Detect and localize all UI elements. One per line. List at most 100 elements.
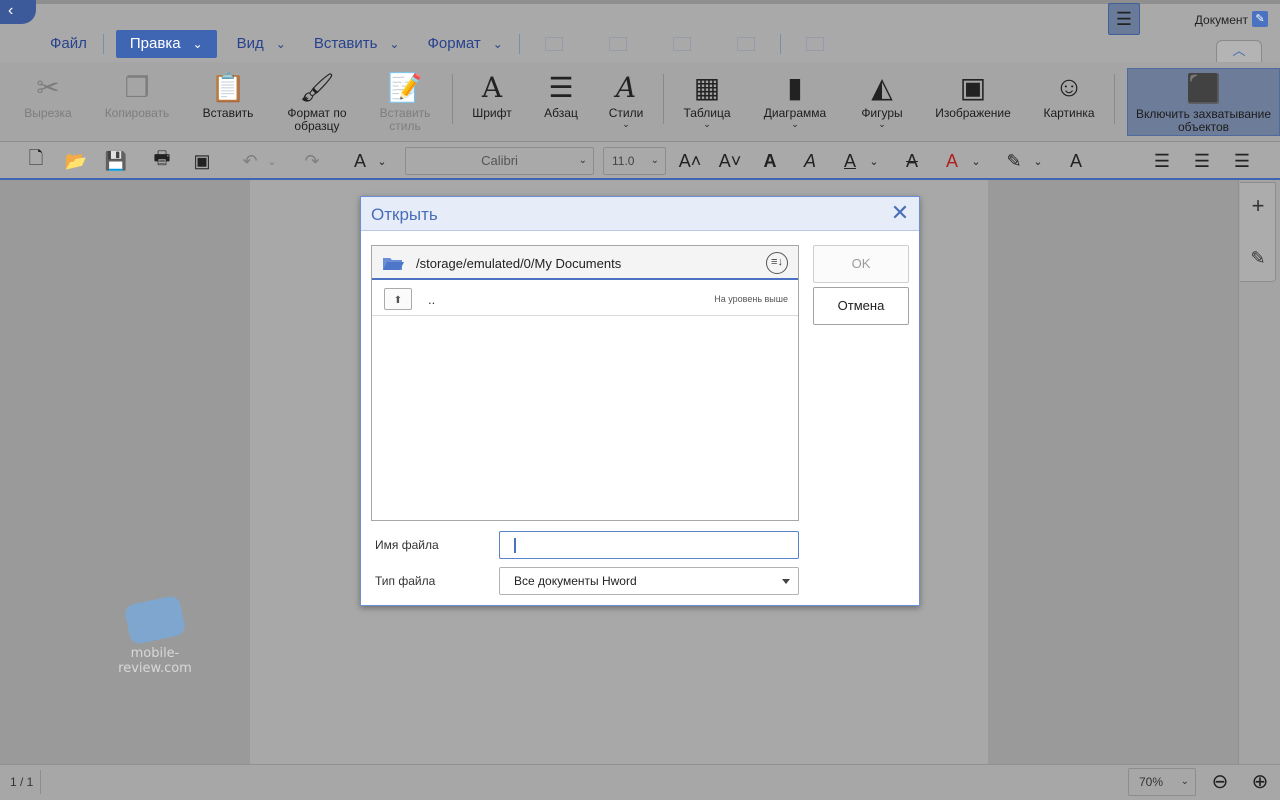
parent-dir-label: .. [428, 292, 436, 307]
underline-icon[interactable]: A [834, 142, 866, 180]
plus-icon[interactable]: + [1244, 192, 1272, 220]
open-folder-icon[interactable]: 📂 [60, 142, 92, 180]
paragraph-button[interactable]: ☰ Абзац [536, 62, 586, 142]
copy-icon: ❐ [124, 71, 150, 103]
strikethrough-icon[interactable]: A [896, 142, 928, 180]
chevron-left-icon: ‹ [8, 2, 14, 19]
shapes-button[interactable]: ◭ Фигуры ⌄ [852, 62, 912, 142]
shapes-quick-icon[interactable] [736, 37, 755, 51]
styles-icon: A [615, 70, 637, 104]
font-size-value: 11.0 [612, 154, 635, 168]
paste-style-label: Вставить стиль [379, 106, 431, 133]
edit-icon[interactable]: ✎ [1244, 244, 1272, 272]
chevron-down-icon[interactable]: ⌄ [864, 142, 884, 180]
menu-format[interactable]: Формат ⌄ [413, 30, 516, 58]
scissors-icon: ✂ [36, 71, 60, 103]
ok-button[interactable]: OK [813, 245, 909, 283]
align-right-icon[interactable]: ☰ [1186, 142, 1218, 180]
menu-separator [102, 34, 104, 54]
menu-edit-label: Правка [129, 35, 181, 52]
chart-quick-icon[interactable] [608, 37, 627, 51]
font-size-select[interactable]: 11.0 ⌄ [603, 147, 666, 175]
format-painter-button[interactable]: 🖌 Формат по образцу [280, 62, 354, 142]
cancel-button[interactable]: Отмена [813, 287, 909, 325]
table-quick-icon[interactable] [544, 37, 563, 51]
clipart-button[interactable]: ☺ Картинка [1036, 62, 1102, 142]
save-icon[interactable]: 💾 [100, 142, 132, 180]
align-justify-icon[interactable]: ☰ [1226, 142, 1258, 180]
image-label: Изображение [935, 106, 1011, 120]
chevron-down-icon[interactable]: ⌄ [966, 142, 986, 180]
cut-button[interactable]: ✂ Вырезка [18, 62, 78, 142]
path-row: /storage/emulated/0/My Documents ≡↓ [372, 246, 798, 280]
redo-icon[interactable]: ↷ [296, 142, 328, 180]
collapse-ribbon-button[interactable]: ︿ [1216, 40, 1262, 62]
sort-icon[interactable]: ≡↓ [766, 252, 788, 274]
bar-chart-icon: ▮ [787, 71, 803, 103]
chevron-down-icon[interactable]: ⌄ [262, 142, 282, 180]
chevron-down-icon: ⌄ [650, 155, 659, 166]
paste-button[interactable]: 📋 Вставить [196, 62, 260, 142]
bold-icon[interactable]: A [754, 142, 786, 180]
menu-file[interactable]: Файл [36, 30, 101, 58]
font-button[interactable]: A Шрифт [466, 62, 518, 142]
highlight-icon[interactable]: ✎ [998, 142, 1030, 180]
print-icon[interactable]: 🖶 [146, 142, 178, 180]
text-effects-icon[interactable]: A [1060, 142, 1092, 180]
paste-style-icon: 📝 [387, 71, 423, 103]
increase-font-icon[interactable]: A˄ [674, 142, 706, 180]
menu-insert[interactable]: Вставить ⌄ [300, 30, 414, 58]
italic-icon[interactable]: A [794, 142, 826, 180]
chevron-down-icon: ⌄ [578, 155, 587, 166]
font-name-select[interactable]: Calibri ⌄ [405, 147, 594, 175]
format-painter-icon: 🖌 [299, 71, 335, 103]
copy-button[interactable]: ❐ Копировать [100, 62, 174, 142]
decrease-font-icon[interactable]: A˅ [714, 142, 746, 180]
filename-label: Имя файла [375, 538, 439, 552]
paste-style-button[interactable]: 📝 Вставить стиль [372, 62, 438, 142]
folder-up-icon: ⬆ [384, 288, 412, 310]
zoom-out-icon[interactable]: ⊖ [1206, 768, 1234, 796]
zoom-in-icon[interactable]: ⊕ [1246, 768, 1274, 796]
menu-file-label: Файл [50, 35, 87, 52]
font-color-icon[interactable]: A [936, 142, 968, 180]
table-button[interactable]: ▦ Таблица ⌄ [678, 62, 736, 142]
edit-document-icon[interactable]: ✎ [1252, 11, 1268, 27]
styles-button[interactable]: A Стили ⌄ [602, 62, 650, 142]
shapes-icon: ◭ [871, 71, 893, 103]
align-left-icon[interactable]: ☰ [1108, 3, 1140, 35]
chevron-down-icon: ⌄ [878, 119, 886, 129]
close-icon[interactable]: ✕ [889, 201, 911, 225]
back-button[interactable]: ‹ [0, 0, 36, 24]
copy-label: Копировать [104, 106, 170, 120]
dialog-title: Открыть [371, 205, 438, 224]
object-capture-button[interactable]: ⬛ Включить захватывание объектов [1127, 68, 1280, 136]
filetype-value: Все документы Hword [514, 574, 637, 588]
chevron-down-icon[interactable]: ⌄ [372, 142, 392, 180]
list-item-parent[interactable]: ⬆ .. На уровень выше [372, 282, 798, 316]
chevron-down-icon[interactable]: ⌄ [1028, 142, 1048, 180]
zoom-select[interactable]: 70% ⌄ [1128, 768, 1196, 796]
fullscreen-icon[interactable]: ▣ [186, 142, 218, 180]
menu-insert-label: Вставить [313, 35, 378, 52]
dropdown-arrow-icon [782, 579, 790, 584]
chevron-down-icon: ⌄ [1180, 776, 1189, 787]
status-bar [0, 764, 1280, 800]
chart-button[interactable]: ▮ Диаграмма ⌄ [758, 62, 832, 142]
textbox-quick-icon[interactable] [805, 37, 824, 51]
chevron-down-icon: ⌄ [389, 37, 400, 51]
filename-input[interactable] [499, 531, 799, 559]
image-quick-icon[interactable] [672, 37, 691, 51]
new-document-icon[interactable]: 🗋 [20, 142, 52, 180]
chevron-down-icon: ⌄ [791, 119, 799, 129]
font-icon: A [481, 70, 503, 104]
ribbon-separator [452, 74, 453, 124]
watermark-logo [123, 594, 187, 646]
menu-edit[interactable]: Правка ⌄ [115, 30, 217, 58]
menu-separator [779, 34, 781, 54]
filetype-select[interactable]: Все документы Hword [499, 567, 799, 595]
image-button[interactable]: ▣ Изображение [930, 62, 1016, 142]
align-center-icon[interactable]: ☰ [1146, 142, 1178, 180]
clipart-label: Картинка [1043, 106, 1095, 120]
menu-view[interactable]: Вид ⌄ [223, 30, 300, 58]
